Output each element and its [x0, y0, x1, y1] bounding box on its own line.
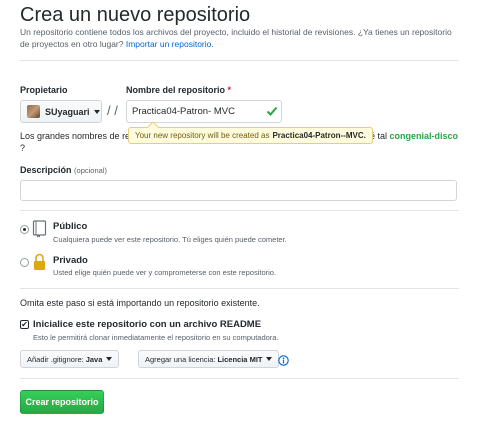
- header-divider: [20, 60, 459, 61]
- public-description: Cualquiera puede ver este repositorio. T…: [53, 235, 287, 244]
- page-subtitle-text: Un repositorio contiene todos los archiv…: [20, 27, 452, 49]
- name-hint-text: Los grandes nombres de re: [20, 131, 131, 141]
- description-input[interactable]: [20, 180, 457, 201]
- visibility-divider: [20, 288, 459, 289]
- info-icon[interactable]: [278, 355, 289, 366]
- owner-repo-separator: / /: [107, 103, 118, 118]
- repo-name-label-text: Nombre del repositorio: [126, 85, 226, 95]
- description-divider: [20, 210, 459, 211]
- create-repository-button[interactable]: Crear repositorio: [20, 390, 104, 414]
- gitignore-select[interactable]: Añadir .gitignore: Java: [20, 350, 120, 368]
- license-select[interactable]: Agregar una licencia: Licencia MIT: [138, 350, 280, 368]
- tooltip-text: Your new repository will be created as: [135, 131, 270, 140]
- optional-hint: (opcional): [74, 166, 107, 175]
- private-description: Usted elige quién puede ver y compromete…: [53, 268, 277, 277]
- repo-book-icon: [32, 220, 47, 238]
- lock-icon: [34, 253, 45, 270]
- readme-checkbox[interactable]: ✔: [20, 320, 29, 329]
- readme-checkbox-description: Esto le permitirá clonar inmediatamente …: [33, 333, 279, 342]
- repo-name-input[interactable]: [126, 100, 282, 123]
- repo-name-label: Nombre del repositorio *: [126, 85, 231, 95]
- private-radio[interactable]: [20, 258, 29, 267]
- chevron-down-icon: [106, 357, 113, 361]
- gitignore-label: Añadir .gitignore:: [27, 354, 84, 364]
- page-title: Crea un nuevo repositorio: [20, 4, 251, 26]
- public-title: Público: [53, 221, 88, 232]
- owner-label: Propietario: [20, 85, 68, 95]
- repo-name-tooltip: Your new repository will be created as P…: [128, 121, 373, 144]
- tooltip-repo-name: Practica04-Patron--MVC.: [272, 131, 366, 140]
- name-hint-question-mark: ?: [20, 143, 26, 153]
- name-hint-suggestion-line: ué tal congenial-disco: [365, 131, 458, 141]
- owner-name: SUyaguari: [45, 106, 90, 117]
- public-radio[interactable]: [20, 225, 29, 234]
- license-label: Agregar una licencia:: [145, 354, 216, 364]
- suggested-name-link[interactable]: congenial-disco: [390, 131, 459, 141]
- readme-checkbox-title: Inicialice este repositorio con un archi…: [33, 319, 262, 330]
- avatar: [27, 105, 40, 118]
- chevron-down-icon: [266, 357, 273, 361]
- owner-dropdown[interactable]: SUyaguari: [20, 100, 102, 123]
- chevron-down-icon: [93, 109, 100, 114]
- gitignore-value: Java: [85, 354, 103, 364]
- description-label: Descripción (opcional): [20, 165, 107, 175]
- page-subtitle: Un repositorio contiene todos los archiv…: [20, 26, 460, 50]
- check-icon: [266, 106, 278, 116]
- import-repository-link[interactable]: Importar un repositorio.: [126, 39, 214, 49]
- required-mark: *: [227, 85, 232, 95]
- private-title: Privado: [53, 255, 88, 266]
- description-label-text: Descripción: [20, 165, 72, 175]
- license-value: Licencia MIT: [217, 354, 263, 364]
- skip-step-note: Omita este paso si está importando un re…: [20, 298, 260, 308]
- init-divider: [20, 378, 459, 379]
